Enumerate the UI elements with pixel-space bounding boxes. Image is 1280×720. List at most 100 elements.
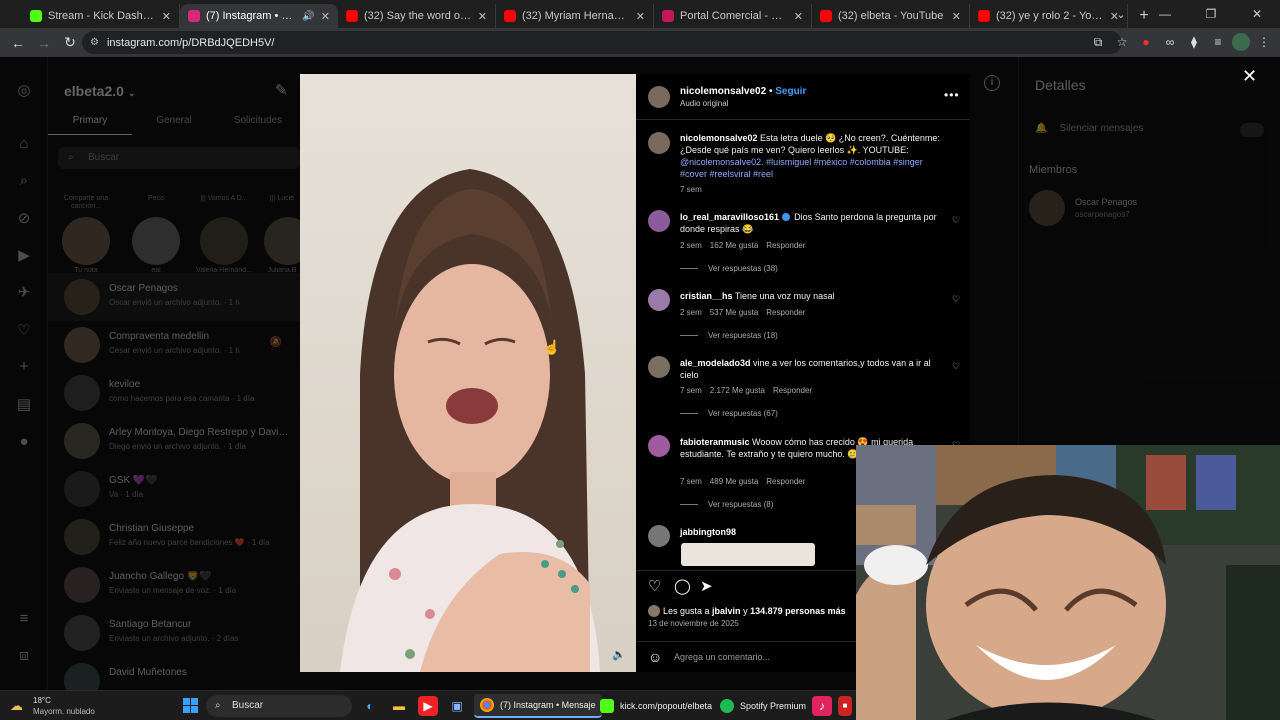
conversation-info-icon[interactable]: i xyxy=(984,75,1000,91)
comment-input[interactable]: Agrega un comentario... xyxy=(674,652,770,662)
thread-item[interactable]: Arley Montoya, Diego Restrepo y David ..… xyxy=(48,417,300,465)
browser-tab-active[interactable]: (7) Instagram • Mensajes🔊✕ xyxy=(180,4,338,28)
volume-icon[interactable]: 🔈 xyxy=(612,648,626,661)
forward-icon[interactable]: → xyxy=(32,31,56,55)
thread-item[interactable]: Juancho Gallego 🦁🖤 Enviaste un mensaje de… xyxy=(48,561,300,609)
avatar[interactable] xyxy=(648,86,670,108)
file-explorer-icon[interactable]: ▬ xyxy=(389,696,409,716)
windows-start-icon[interactable] xyxy=(183,698,198,713)
close-tab-icon[interactable]: ✕ xyxy=(636,10,645,23)
minimize-icon[interactable]: — xyxy=(1142,0,1188,28)
close-tab-icon[interactable]: ✕ xyxy=(162,10,171,23)
note-item[interactable]: ||| Lucié Juliana B xyxy=(264,195,300,274)
close-tab-icon[interactable]: ✕ xyxy=(478,10,487,23)
follow-button[interactable]: Seguir xyxy=(775,86,806,97)
also-from-meta-icon[interactable]: ⧈ xyxy=(15,647,33,665)
author-username[interactable]: nicolemonsalve02 xyxy=(680,86,766,97)
new-message-icon[interactable]: ✎ xyxy=(275,81,288,99)
more-options-icon[interactable]: ••• xyxy=(944,88,960,102)
avatar[interactable] xyxy=(1029,190,1065,226)
profile-avatar[interactable] xyxy=(1232,33,1250,51)
audio-link[interactable]: Audio original xyxy=(680,99,728,108)
avatar[interactable] xyxy=(648,289,670,311)
more-menu-icon[interactable]: ≡ xyxy=(15,610,33,628)
browser-tab[interactable]: (32) ye y rolo 2 - YouTube✕ xyxy=(970,4,1128,28)
browser-tab[interactable]: (32) elbeta - YouTube ✕ xyxy=(812,4,970,28)
thread-item[interactable]: Christian Giuseppe Feliz año nuevo parce … xyxy=(48,513,300,561)
tiktok-icon[interactable]: ♪ xyxy=(812,696,832,716)
avatar[interactable] xyxy=(648,210,670,232)
close-tab-icon[interactable]: ✕ xyxy=(952,10,961,23)
emoji-icon[interactable]: ☺ xyxy=(648,649,662,665)
site-info-icon[interactable]: ⚙ xyxy=(90,37,99,48)
notifications-icon[interactable]: ♡ xyxy=(15,321,33,339)
close-tab-icon[interactable]: ✕ xyxy=(321,10,330,23)
tab-search-icon[interactable]: ⌄ xyxy=(1110,4,1132,24)
link-extension-icon[interactable]: ∞ xyxy=(1160,30,1180,54)
edge-icon[interactable]: ◐ xyxy=(360,696,380,716)
dashboard-icon[interactable]: ▤ xyxy=(15,395,33,413)
back-icon[interactable]: ← xyxy=(6,31,30,55)
browser-tab[interactable]: Portal Comercial - Loteria de M✕ xyxy=(654,4,812,28)
note-item[interactable]: ||| Vamos A D... Valeria Hernánd... xyxy=(196,195,252,274)
thread-item[interactable]: GSK 💜🖤 Va · 1 día xyxy=(48,465,300,513)
like-comment-icon[interactable]: ♡ xyxy=(952,294,960,305)
note-item[interactable]: Peco eal xyxy=(128,195,184,274)
avatar[interactable] xyxy=(648,435,670,457)
instagram-logo-icon[interactable]: ◎ xyxy=(15,81,33,99)
tab-primary[interactable]: Primary xyxy=(48,115,132,135)
view-replies-button[interactable]: Ver respuestas (38) xyxy=(680,264,778,273)
member-name[interactable]: Oscar Penagos xyxy=(1075,197,1137,207)
note-item[interactable]: Comparte una canción... Tu nota xyxy=(58,195,114,274)
explore-icon[interactable]: ⊘ xyxy=(15,209,33,227)
address-bar[interactable]: ⚙ instagram.com/p/DRBdJQEDH5V/ xyxy=(82,31,1122,54)
mute-messages-toggle[interactable] xyxy=(1240,123,1264,137)
home-icon[interactable]: ⌂ xyxy=(15,135,33,153)
browser-tab[interactable]: (32) Say the word on beat. (Lev✕ xyxy=(338,4,496,28)
search-icon[interactable]: ⌕ xyxy=(15,172,33,190)
store-icon[interactable]: ▣ xyxy=(447,696,467,716)
tab-general[interactable]: General xyxy=(132,115,216,135)
install-app-icon[interactable]: ⧉ xyxy=(1088,30,1108,54)
reply-button[interactable]: Responder xyxy=(766,477,805,486)
youtube-app-icon[interactable]: ▶ xyxy=(418,696,438,716)
taskbar-kick-popout[interactable]: kick.com/popout/elbeta xyxy=(594,694,718,718)
like-comment-icon[interactable]: ♡ xyxy=(952,361,960,372)
record-extension-icon[interactable]: ● xyxy=(1136,30,1156,54)
extensions-icon[interactable]: ⧫ xyxy=(1184,30,1204,54)
avatar[interactable] xyxy=(648,132,670,154)
view-replies-button[interactable]: Ver respuestas (18) xyxy=(680,331,778,340)
browser-tab[interactable]: Stream - Kick Dashboard✕ xyxy=(22,4,180,28)
speaker-icon[interactable]: 🔊 xyxy=(302,11,314,22)
messages-icon[interactable]: ✈ xyxy=(15,283,33,301)
view-replies-button[interactable]: Ver respuestas (67) xyxy=(680,409,778,418)
account-switcher[interactable]: elbeta2.0 ⌄ xyxy=(64,83,135,99)
view-replies-button[interactable]: Ver respuestas (8) xyxy=(680,500,773,509)
close-modal-icon[interactable]: ✕ xyxy=(1242,66,1257,87)
comment-image[interactable] xyxy=(681,543,815,566)
likes-summary[interactable]: Les gusta a jbalvin y 134.879 personas m… xyxy=(648,605,846,617)
media-icon[interactable]: ≡ xyxy=(1208,30,1228,54)
share-send-icon[interactable]: ➤ xyxy=(700,577,713,595)
thread-item[interactable]: Compraventa medellin Cesar envió un archi… xyxy=(48,321,300,369)
bookmark-star-icon[interactable]: ☆ xyxy=(1112,30,1132,54)
profile-icon[interactable]: ● xyxy=(15,433,33,451)
maximize-icon[interactable]: ❐ xyxy=(1188,0,1234,28)
close-window-icon[interactable]: ✕ xyxy=(1234,0,1280,28)
thread-item[interactable]: keviloe como hacemos para esa camarita · … xyxy=(48,369,300,417)
reload-icon[interactable]: ↻ xyxy=(58,31,82,55)
taskbar-search[interactable]: ⌕ Buscar xyxy=(206,695,352,717)
create-icon[interactable]: + xyxy=(15,358,33,376)
thread-item[interactable]: Oscar Penagos Oscar envió un archivo adju… xyxy=(48,273,300,321)
like-comment-icon[interactable]: ♡ xyxy=(952,215,960,226)
thread-item[interactable]: Santiago Betancur Enviaste un archivo adj… xyxy=(48,609,300,657)
taskbar-spotify[interactable]: Spotify Premium xyxy=(714,694,812,718)
reel-video[interactable] xyxy=(300,74,636,672)
reply-button[interactable]: Responder xyxy=(773,386,812,395)
messages-search-input[interactable]: ⌕ Buscar xyxy=(58,147,300,169)
tab-requests[interactable]: Solicitudes xyxy=(216,115,300,135)
avatar[interactable] xyxy=(648,356,670,378)
reply-button[interactable]: Responder xyxy=(766,308,805,317)
live-app-icon[interactable]: ■ xyxy=(838,696,852,716)
taskbar-chrome-instagram[interactable]: (7) Instagram • Mensaje xyxy=(474,694,602,718)
